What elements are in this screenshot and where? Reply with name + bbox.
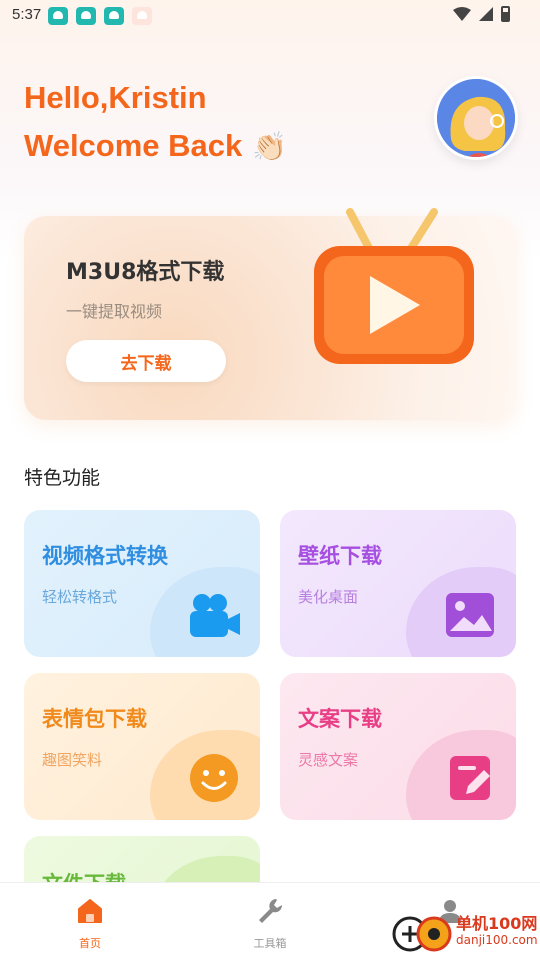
signal-icon (479, 7, 493, 21)
app-notification-icon (48, 7, 68, 25)
greeting: Hello,Kristin Welcome Back 👏🏻 (24, 74, 287, 171)
card-title: 表情包下载 (42, 707, 147, 731)
clap-emoji: 👏🏻 (252, 131, 288, 162)
card-title: 壁纸下载 (298, 544, 382, 568)
status-time: 5:37 (12, 6, 42, 23)
card-title: 视频格式转换 (42, 544, 168, 568)
feature-card-emoji[interactable]: 表情包下载 趣图笑料 (24, 673, 260, 820)
wrench-icon (259, 899, 283, 923)
section-title: 特色功能 (24, 467, 101, 489)
nav-home-label: 首页 (79, 937, 101, 950)
video-camera-icon (190, 594, 240, 637)
image-icon (446, 593, 494, 637)
wifi-icon (453, 7, 471, 21)
banner-title: M3U8格式下载 (66, 260, 225, 285)
card-subtitle: 轻松转格式 (42, 588, 118, 606)
tv-play-icon (314, 208, 474, 364)
nav-tools[interactable]: 工具箱 (230, 897, 310, 951)
banner-subtitle: 一键提取视频 (66, 302, 163, 321)
nav-home[interactable]: 首页 (50, 897, 130, 951)
status-bar: 5:37 (0, 0, 540, 32)
watermark-url: danji100.com (456, 933, 538, 947)
nav-tools-label: 工具箱 (253, 937, 287, 950)
battery-icon (501, 6, 510, 22)
card-subtitle: 灵感文案 (298, 751, 359, 769)
feature-card-copywriting[interactable]: 文案下载 灵感文案 (280, 673, 516, 820)
watermark-title: 单机100网 (456, 914, 538, 933)
user-avatar-icon (437, 79, 515, 157)
app-notification-icon (104, 7, 124, 25)
greeting-welcome: Welcome Back (24, 128, 243, 163)
edit-note-icon (450, 756, 490, 800)
watermark: 单机100网 danji100.com (390, 912, 538, 952)
home-icon (78, 899, 102, 923)
greeting-name: Hello,Kristin (24, 80, 207, 115)
avatar[interactable] (434, 76, 518, 160)
app-notification-icon (76, 7, 96, 25)
watermark-logo-icon (392, 916, 452, 952)
go-download-button[interactable]: 去下载 (66, 340, 226, 382)
heart-notification-icon (132, 7, 152, 25)
feature-card-wallpaper[interactable]: 壁纸下载 美化桌面 (280, 510, 516, 657)
feature-card-video-convert[interactable]: 视频格式转换 轻松转格式 (24, 510, 260, 657)
card-subtitle: 美化桌面 (298, 588, 359, 606)
smiley-icon (190, 754, 238, 802)
card-title: 文案下载 (298, 707, 382, 731)
card-subtitle: 趣图笑料 (42, 751, 103, 769)
